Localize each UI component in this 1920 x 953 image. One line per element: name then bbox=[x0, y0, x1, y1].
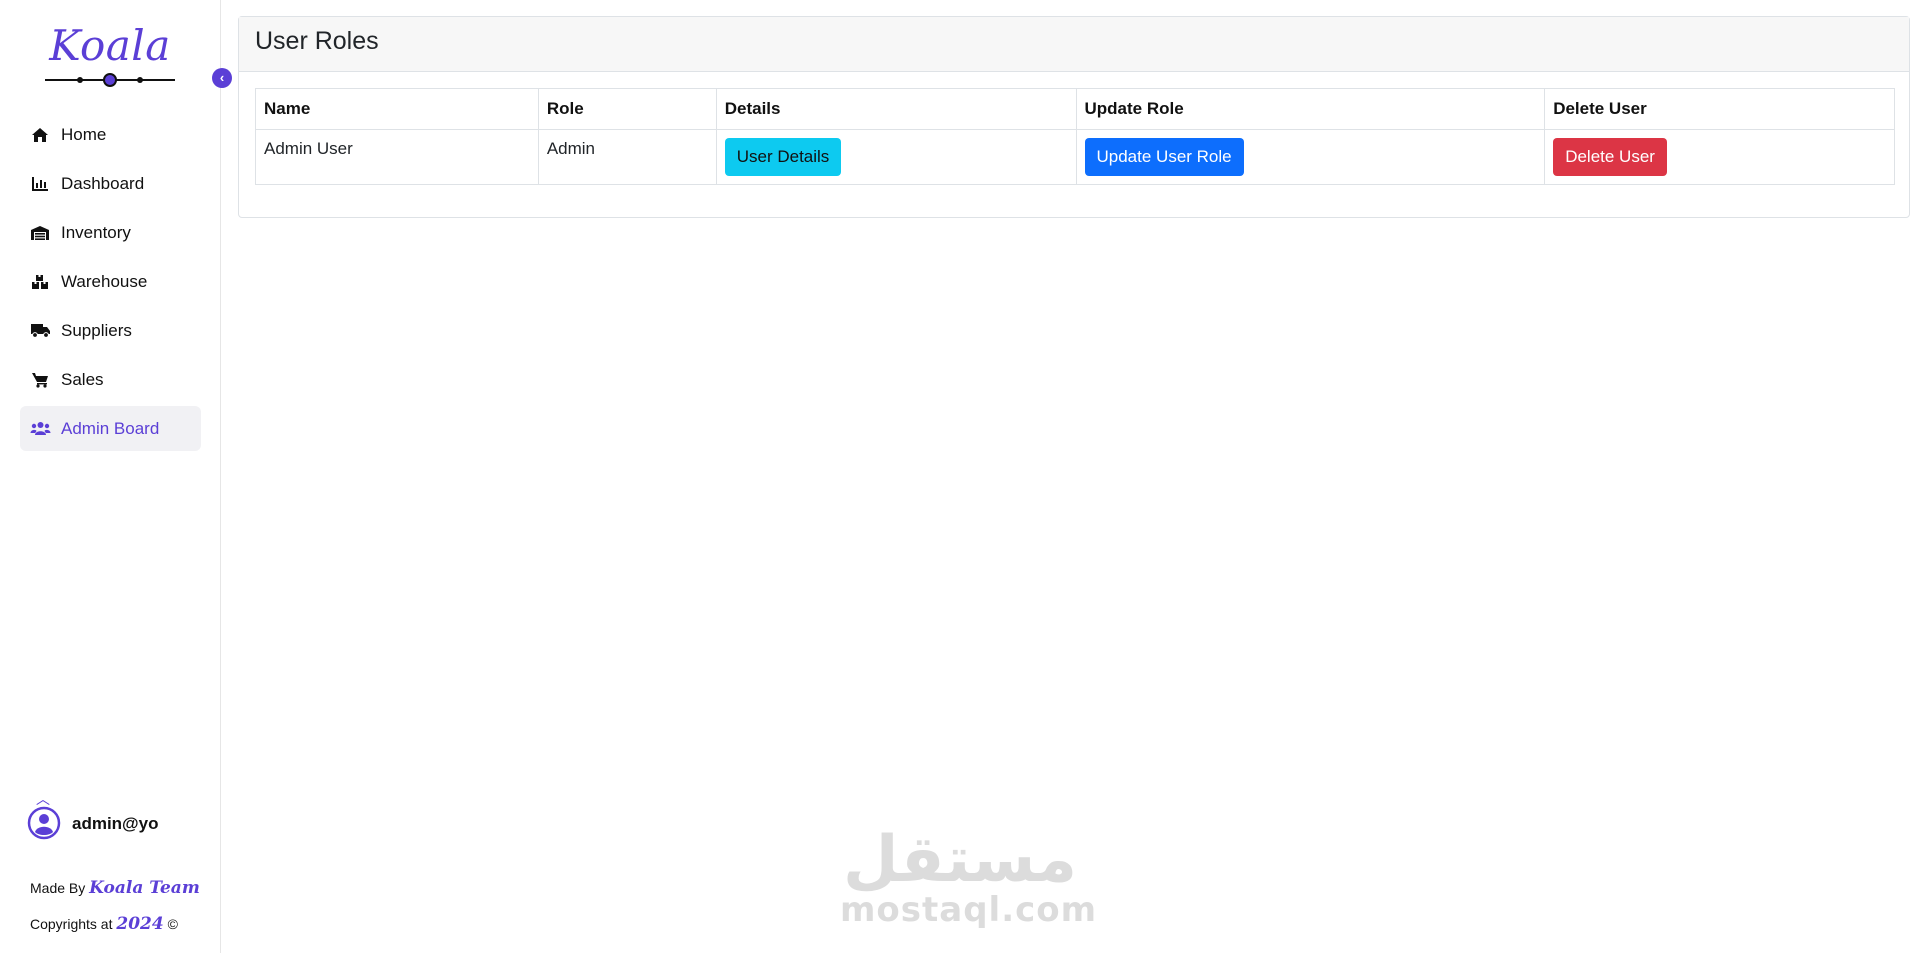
update-user-role-button[interactable]: Update User Role bbox=[1084, 138, 1244, 176]
boxes-icon bbox=[29, 274, 51, 290]
watermark: مستقل mostaql.com bbox=[840, 823, 1098, 930]
sidebar-item-label: Admin Board bbox=[61, 418, 160, 438]
user-menu[interactable]: ︿ admin@yo bbox=[26, 792, 206, 842]
truck-icon bbox=[29, 323, 51, 338]
sidebar-item-dashboard[interactable]: Dashboard bbox=[20, 161, 201, 206]
sidebar-nav: Home Dashboard Inventory Warehouse Suppl… bbox=[20, 112, 201, 455]
copyright-label: Copyrights at bbox=[30, 916, 113, 932]
home-icon bbox=[29, 127, 51, 143]
sidebar-item-label: Home bbox=[61, 124, 107, 144]
sidebar-item-warehouse[interactable]: Warehouse bbox=[20, 259, 201, 304]
table-container: Name Role Details Update Role Delete Use… bbox=[255, 88, 1895, 185]
chevron-left-icon: ‹ bbox=[219, 70, 225, 85]
sidebar-item-inventory[interactable]: Inventory bbox=[20, 210, 201, 255]
cell-role: Admin bbox=[537, 129, 717, 185]
copyright-symbol: © bbox=[167, 916, 178, 932]
team-name: Koala Team bbox=[89, 878, 200, 898]
users-icon bbox=[29, 421, 51, 436]
watermark-latin: mostaql.com bbox=[840, 890, 1098, 930]
page-title: User Roles bbox=[255, 27, 379, 55]
copyright-year: 2024 bbox=[116, 914, 164, 934]
logo-divider bbox=[45, 70, 175, 90]
sidebar-item-label: Dashboard bbox=[61, 173, 145, 193]
column-header-update-role: Update Role bbox=[1075, 88, 1546, 130]
watermark-arabic: مستقل bbox=[842, 823, 1078, 897]
column-header-delete-user: Delete User bbox=[1544, 88, 1895, 130]
sidebar-item-home[interactable]: Home bbox=[20, 112, 201, 157]
cart-icon bbox=[29, 372, 51, 388]
collapse-sidebar-button[interactable]: ‹ bbox=[212, 68, 232, 88]
logo[interactable]: Koala bbox=[30, 22, 190, 90]
copyright-line: Copyrights at 2024 © bbox=[30, 906, 200, 942]
sidebar-item-label: Warehouse bbox=[61, 271, 148, 291]
user-circle-icon bbox=[27, 806, 61, 840]
made-by-line: Made By Koala Team bbox=[30, 870, 200, 906]
cell-details: User Details bbox=[715, 129, 1077, 185]
column-header-role: Role bbox=[537, 88, 717, 130]
cell-name: Admin User bbox=[255, 129, 539, 185]
table-row: Admin User Admin User Details Update Use… bbox=[255, 129, 1895, 185]
sidebar-item-admin-board[interactable]: Admin Board bbox=[20, 406, 201, 451]
warehouse-icon bbox=[29, 225, 51, 241]
sidebar-item-suppliers[interactable]: Suppliers bbox=[20, 308, 201, 353]
logo-dot bbox=[103, 73, 117, 87]
user-details-button[interactable]: User Details bbox=[724, 138, 842, 176]
sidebar-item-sales[interactable]: Sales bbox=[20, 357, 201, 402]
column-header-details: Details bbox=[715, 88, 1077, 130]
user-roles-card: User Roles Name Role Details Update Role… bbox=[238, 16, 1910, 218]
cell-delete-user: Delete User bbox=[1544, 129, 1895, 185]
logo-text: Koala bbox=[49, 21, 171, 70]
sidebar: Koala ‹ Home Dashboard Inventory Warehou… bbox=[0, 0, 232, 953]
chevron-up-icon[interactable]: ︿ bbox=[36, 792, 50, 806]
table-header-row: Name Role Details Update Role Delete Use… bbox=[255, 88, 1895, 130]
logo-tick bbox=[137, 77, 143, 83]
user-roles-table: Name Role Details Update Role Delete Use… bbox=[255, 88, 1895, 185]
credits: Made By Koala Team Copyrights at 2024 © bbox=[30, 870, 200, 942]
card-header: User Roles bbox=[239, 17, 1909, 72]
cell-update-role: Update User Role bbox=[1075, 129, 1546, 185]
delete-user-button[interactable]: Delete User bbox=[1553, 138, 1667, 176]
sidebar-item-label: Suppliers bbox=[61, 320, 132, 340]
logo-tick bbox=[77, 77, 83, 83]
sidebar-item-label: Inventory bbox=[61, 222, 131, 242]
made-by-label: Made By bbox=[30, 880, 86, 896]
bar-chart-icon bbox=[29, 176, 51, 191]
user-email: admin@yo bbox=[72, 814, 159, 833]
sidebar-item-label: Sales bbox=[61, 369, 104, 389]
column-header-name: Name bbox=[255, 88, 539, 130]
